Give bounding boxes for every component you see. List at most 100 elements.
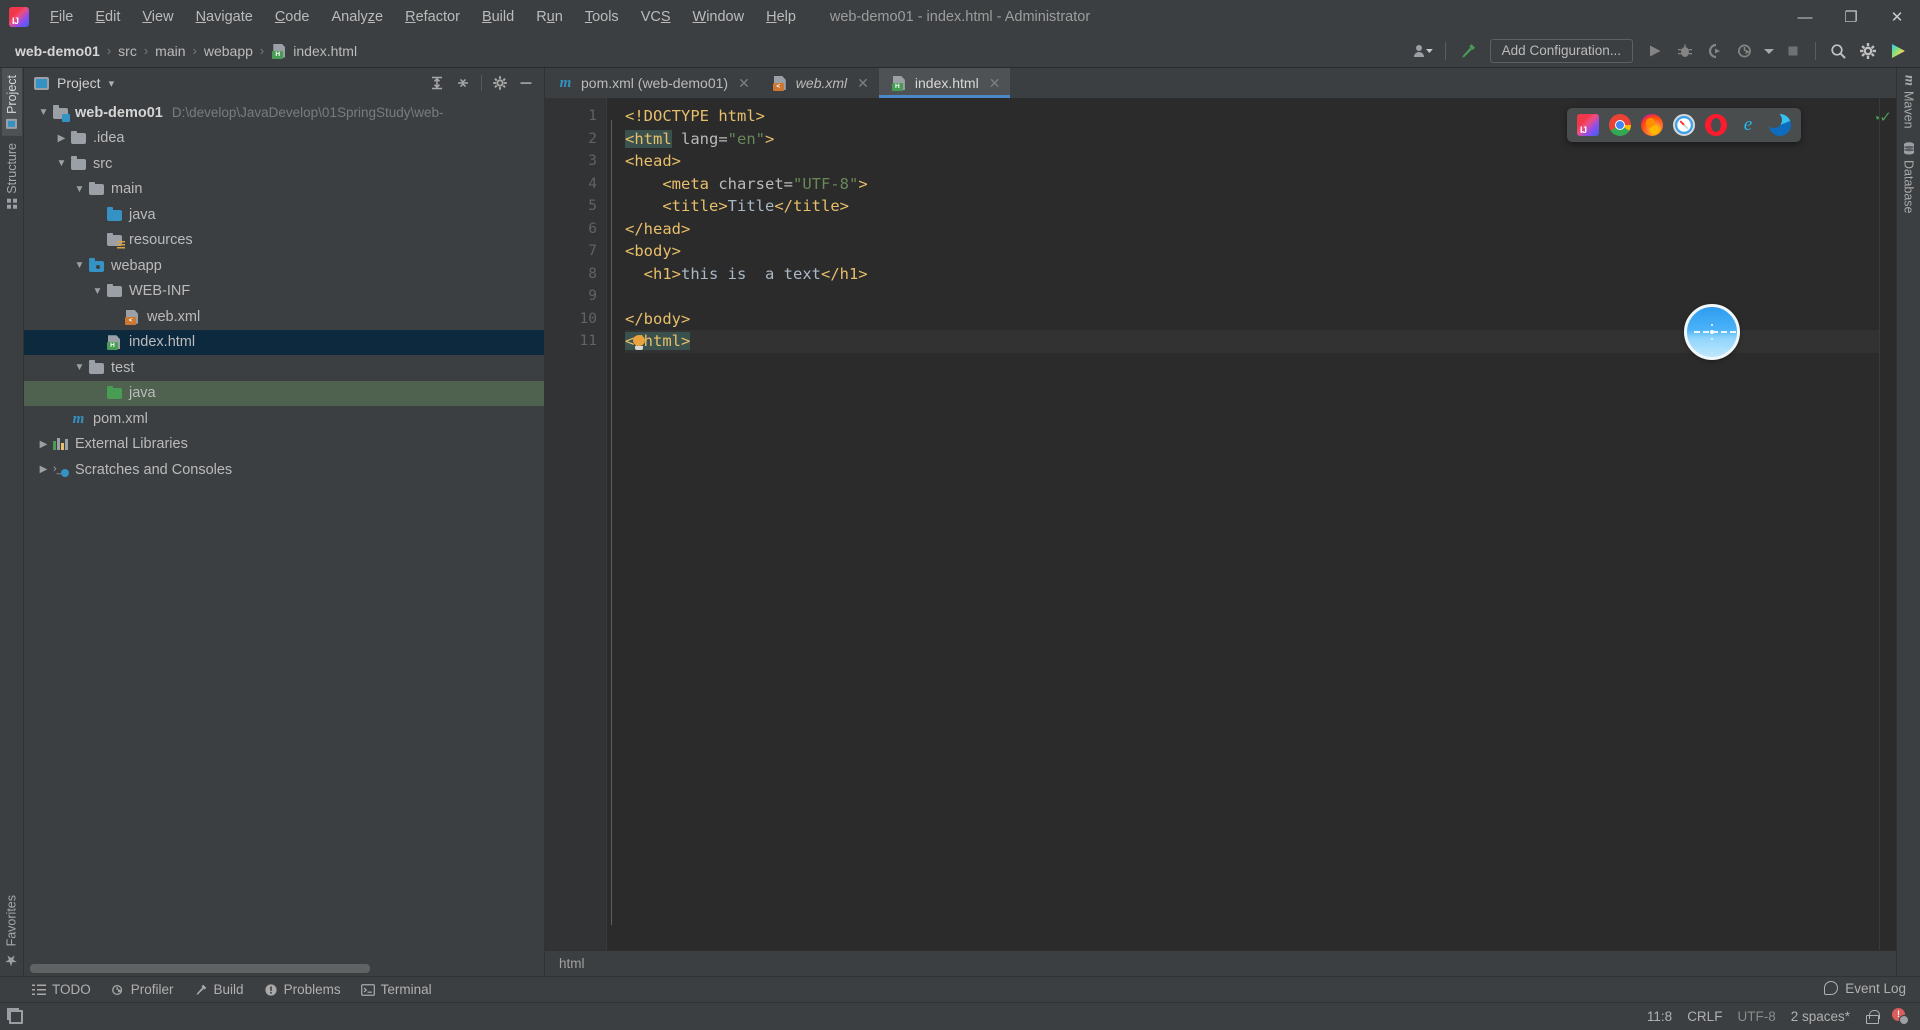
chevron-down-icon[interactable]: ▼	[89, 286, 106, 297]
project-panel-title[interactable]: Project ▾	[34, 75, 114, 91]
breadcrumb-item-webapp[interactable]: webapp	[199, 41, 258, 61]
code-line-5[interactable]: <title>Title</title>	[625, 195, 1879, 218]
chevron-down-icon[interactable]: ▼	[35, 107, 52, 118]
file-encoding[interactable]: UTF-8	[1737, 1009, 1775, 1024]
sidebar-item-database[interactable]: Database	[1899, 135, 1919, 221]
gutter-line-number[interactable]: 8	[545, 263, 606, 286]
tree-node-java[interactable]: java	[24, 380, 544, 406]
close-tab-icon[interactable]: ✕	[738, 75, 750, 92]
tree-node-scratches-and-consoles[interactable]: ▶ Scratches and Consoles	[24, 457, 544, 483]
tree-node-pom-xml[interactable]: m pom.xml	[24, 406, 544, 432]
editor-tab-index-html[interactable]: Hindex.html ✕	[878, 68, 1011, 98]
breadcrumb-item-main[interactable]: main	[150, 41, 190, 61]
menu-tools[interactable]: Tools	[574, 6, 630, 28]
code-line-7[interactable]: <body>	[625, 240, 1879, 263]
collapse-all-icon[interactable]	[451, 71, 475, 95]
gutter-line-number[interactable]: 2	[545, 128, 606, 151]
edge-icon[interactable]	[1766, 112, 1791, 136]
intellij-preview-icon[interactable]	[1577, 114, 1599, 136]
ide-assistant-icon[interactable]	[1884, 38, 1912, 64]
settings-gear-icon[interactable]	[1854, 38, 1882, 64]
run-coverage-icon[interactable]	[1701, 38, 1729, 64]
menu-refactor[interactable]: Refactor	[394, 6, 471, 28]
minimize-button[interactable]: —	[1782, 0, 1828, 34]
close-button[interactable]: ✕	[1874, 0, 1920, 34]
tree-node-test[interactable]: ▼ test	[24, 355, 544, 381]
gutter-line-number[interactable]: 1	[545, 105, 606, 128]
sidebar-item-maven[interactable]: m Maven	[1898, 68, 1920, 135]
editor-marker-gutter[interactable]: ✓	[1879, 98, 1896, 950]
bottom-tab-todo[interactable]: TODO	[22, 979, 101, 1000]
bottom-tab-profiler[interactable]: Profiler	[101, 979, 184, 1000]
gutter-line-number[interactable]: 11	[545, 330, 606, 353]
gutter-line-number[interactable]: 6	[545, 218, 606, 241]
chevron-down-icon[interactable]: ▼	[53, 158, 70, 169]
chevron-down-icon[interactable]: ▼	[71, 184, 88, 195]
gutter-line-number[interactable]: 10	[545, 308, 606, 331]
line-separator[interactable]: CRLF	[1687, 1009, 1722, 1024]
scrollbar-thumb[interactable]	[30, 964, 371, 973]
chevron-down-icon[interactable]: ▼	[71, 260, 88, 271]
read-only-lock-icon[interactable]	[1865, 1009, 1880, 1024]
tree-node-webapp[interactable]: ▼ webapp	[24, 253, 544, 279]
menu-build[interactable]: Build	[471, 6, 525, 28]
debug-icon[interactable]	[1671, 38, 1699, 64]
breadcrumb-item-index-html[interactable]: Hindex.html	[266, 41, 362, 61]
tree-node-index-html[interactable]: Hindex.html	[24, 329, 544, 355]
gutter-line-number[interactable]: 3	[545, 150, 606, 173]
user-dropdown-icon[interactable]	[1409, 38, 1437, 64]
gutter-line-number[interactable]: 5	[545, 195, 606, 218]
menu-navigate[interactable]: Navigate	[185, 6, 264, 28]
menu-file[interactable]: File	[39, 6, 84, 28]
add-configuration-button[interactable]: Add Configuration...	[1489, 38, 1633, 63]
menu-run[interactable]: Run	[525, 6, 574, 28]
tree-node-web-demo01[interactable]: ▼ web-demo01 D:\develop\JavaDevelop\01Spri…	[24, 100, 544, 126]
code-line-6[interactable]: </head>	[625, 218, 1879, 241]
chevron-down-icon[interactable]: ▼	[71, 362, 88, 373]
project-tree[interactable]: ▼ web-demo01 D:\develop\JavaDevelop\01Spri…	[24, 98, 544, 964]
tree-node-web-xml[interactable]: < web.xml	[24, 304, 544, 330]
breadcrumb-item-web-demo01[interactable]: web-demo01	[10, 41, 105, 61]
bottom-tab-terminal[interactable]: Terminal	[351, 979, 442, 1000]
sidebar-item-project[interactable]: Project	[1, 68, 22, 136]
menu-analyze[interactable]: Analyze	[321, 6, 395, 28]
chevron-right-icon[interactable]: ▶	[53, 133, 70, 144]
menu-help[interactable]: Help	[755, 6, 807, 28]
firefox-icon[interactable]	[1641, 114, 1663, 136]
gutter-line-number[interactable]: 9	[545, 285, 606, 308]
tree-node--idea[interactable]: ▶ .idea	[24, 126, 544, 152]
profile-dropdown-icon[interactable]	[1761, 38, 1777, 64]
hide-panel-icon[interactable]	[514, 71, 538, 95]
menu-window[interactable]: Window	[682, 6, 756, 28]
event-log-button[interactable]: Event Log	[1824, 975, 1906, 1001]
code-line-4[interactable]: <meta charset="UTF-8">	[625, 173, 1879, 196]
code-line-9[interactable]	[625, 285, 1879, 308]
menu-vcs[interactable]: VCS	[630, 6, 682, 28]
code-line-3[interactable]: <head>	[625, 150, 1879, 173]
maximize-button[interactable]: ❐	[1828, 0, 1874, 34]
close-tab-icon[interactable]: ✕	[857, 75, 869, 92]
toggle-tool-windows-icon[interactable]	[7, 1007, 23, 1024]
chevron-right-icon[interactable]: ▶	[35, 439, 52, 450]
gutter-line-number[interactable]: 4	[545, 173, 606, 196]
bottom-tab-build[interactable]: Build	[184, 979, 254, 1000]
tree-node-web-inf[interactable]: ▼ WEB-INF	[24, 279, 544, 305]
notification-icon[interactable]	[1892, 1008, 1909, 1025]
chevron-down-icon[interactable]: ▾	[109, 77, 115, 90]
menu-edit[interactable]: Edit	[84, 6, 131, 28]
inspection-ok-check-icon[interactable]: ✓	[1879, 108, 1892, 126]
internet-explorer-icon[interactable]: e	[1737, 114, 1759, 136]
tree-node-main[interactable]: ▼ main	[24, 177, 544, 203]
tree-node-java[interactable]: java	[24, 202, 544, 228]
search-everywhere-icon[interactable]	[1824, 38, 1852, 64]
chevron-right-icon[interactable]: ▶	[35, 464, 52, 475]
run-icon[interactable]	[1641, 38, 1669, 64]
tree-node-src[interactable]: ▼ src	[24, 151, 544, 177]
tree-node-resources[interactable]: resources	[24, 228, 544, 254]
editor-code-area[interactable]: <!DOCTYPE html> <html lang="en"> <head> <m…	[606, 98, 1879, 950]
settings-gear-icon[interactable]	[488, 71, 512, 95]
hammer-build-icon[interactable]	[1454, 38, 1482, 64]
caret-position[interactable]: 11:8	[1647, 1009, 1672, 1024]
editor-breadcrumb-html[interactable]: html	[559, 956, 585, 971]
open-in-browser-popup[interactable]: e	[1567, 108, 1801, 142]
